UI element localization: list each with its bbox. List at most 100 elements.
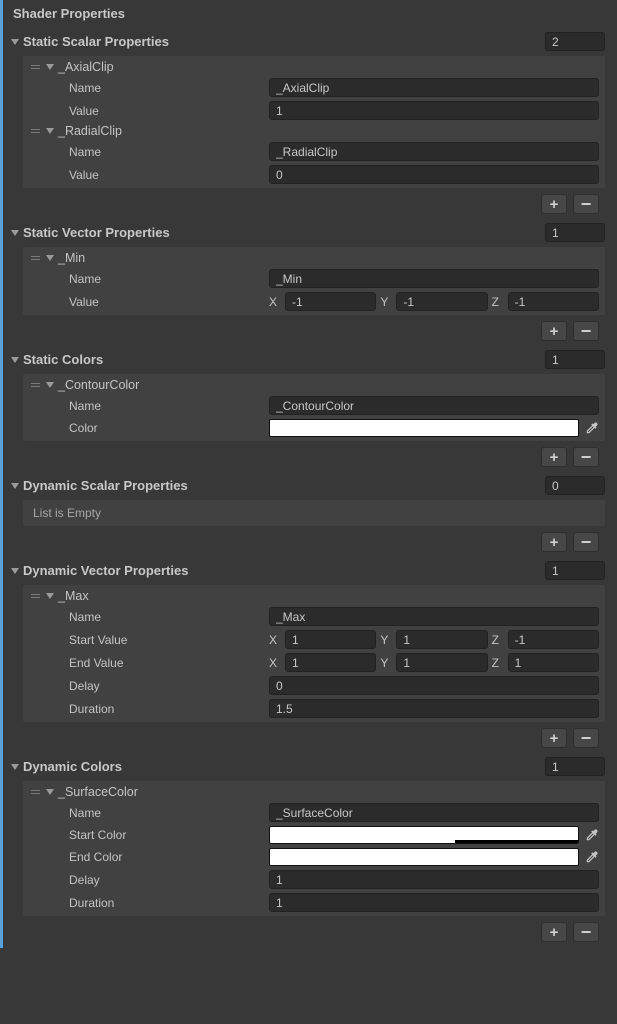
item-title: _Max <box>58 589 89 603</box>
add-button[interactable]: + <box>541 728 567 748</box>
foldout-icon <box>46 128 54 134</box>
end-color-swatch[interactable] <box>269 848 579 866</box>
panel-title: Shader Properties <box>3 4 609 25</box>
add-button[interactable]: + <box>541 194 567 214</box>
property-row: End Value X Y Z <box>25 651 603 674</box>
drag-handle-icon[interactable] <box>31 383 40 387</box>
end-y-input[interactable] <box>396 653 487 672</box>
duration-input[interactable] <box>269 699 599 718</box>
property-row: Start Color <box>25 824 603 846</box>
start-x-input[interactable] <box>285 630 376 649</box>
section-static-scalar-header[interactable]: Static Scalar Properties <box>3 29 609 54</box>
vector3-field: X Y Z <box>269 653 599 672</box>
list-item-header[interactable]: _ContourColor <box>25 376 603 394</box>
value-input[interactable] <box>269 101 599 120</box>
value-input[interactable] <box>269 165 599 184</box>
dynamic-colors-count-input[interactable] <box>545 757 605 776</box>
list-item-header[interactable]: _SurfaceColor <box>25 783 603 801</box>
section-label: Static Scalar Properties <box>23 34 169 49</box>
section-dynamic-vector-header[interactable]: Dynamic Vector Properties <box>3 558 609 583</box>
color-swatch[interactable] <box>269 419 579 437</box>
name-input[interactable] <box>269 803 599 822</box>
axis-label-y: Y <box>380 656 392 670</box>
remove-button[interactable]: − <box>573 447 599 467</box>
end-z-input[interactable] <box>508 653 599 672</box>
property-row: Delay <box>25 868 603 891</box>
static-vector-count-input[interactable] <box>545 223 605 242</box>
list-footer: + − <box>3 317 605 343</box>
add-button[interactable]: + <box>541 447 567 467</box>
property-row: End Color <box>25 846 603 868</box>
end-x-input[interactable] <box>285 653 376 672</box>
property-row: Value X Y Z <box>25 290 603 313</box>
axis-label-x: X <box>269 633 281 647</box>
remove-button[interactable]: − <box>573 922 599 942</box>
static-vector-group: _Min Name Value X Y Z <box>23 247 605 315</box>
remove-button[interactable]: − <box>573 728 599 748</box>
name-input[interactable] <box>269 607 599 626</box>
drag-handle-icon[interactable] <box>31 790 40 794</box>
drag-handle-icon[interactable] <box>31 594 40 598</box>
section-label: Static Vector Properties <box>23 225 170 240</box>
shader-properties-panel: Shader Properties Static Scalar Properti… <box>0 0 617 948</box>
foldout-icon <box>11 483 19 489</box>
remove-button[interactable]: − <box>573 532 599 552</box>
property-row: Value <box>25 163 603 186</box>
item-title: _Min <box>58 251 85 265</box>
field-label: Value <box>69 104 269 118</box>
section-label: Dynamic Vector Properties <box>23 563 188 578</box>
add-button[interactable]: + <box>541 922 567 942</box>
add-button[interactable]: + <box>541 532 567 552</box>
axis-label-z: Z <box>492 656 504 670</box>
drag-handle-icon[interactable] <box>31 129 40 133</box>
field-label: Start Color <box>69 828 269 842</box>
remove-button[interactable]: − <box>573 194 599 214</box>
eyedropper-icon[interactable] <box>585 850 599 864</box>
section-dynamic-colors-header[interactable]: Dynamic Colors <box>3 754 609 779</box>
static-colors-count-input[interactable] <box>545 350 605 369</box>
property-row: Start Value X Y Z <box>25 628 603 651</box>
field-label: Start Value <box>69 633 269 647</box>
dynamic-vector-group: _Max Name Start Value X Y Z End Value <box>23 585 605 722</box>
add-button[interactable]: + <box>541 321 567 341</box>
name-input[interactable] <box>269 396 599 415</box>
section-label: Dynamic Scalar Properties <box>23 478 188 493</box>
foldout-icon <box>11 357 19 363</box>
list-item-header[interactable]: _AxialClip <box>25 58 603 76</box>
y-input[interactable] <box>396 292 487 311</box>
dynamic-vector-count-input[interactable] <box>545 561 605 580</box>
list-item-header[interactable]: _Max <box>25 587 603 605</box>
remove-button[interactable]: − <box>573 321 599 341</box>
name-input[interactable] <box>269 142 599 161</box>
eyedropper-icon[interactable] <box>585 421 599 435</box>
start-color-swatch[interactable] <box>269 826 579 844</box>
drag-handle-icon[interactable] <box>31 256 40 260</box>
field-label: Delay <box>69 679 269 693</box>
start-z-input[interactable] <box>508 630 599 649</box>
drag-handle-icon[interactable] <box>31 65 40 69</box>
delay-input[interactable] <box>269 870 599 889</box>
duration-input[interactable] <box>269 893 599 912</box>
delay-input[interactable] <box>269 676 599 695</box>
z-input[interactable] <box>508 292 599 311</box>
name-input[interactable] <box>269 269 599 288</box>
list-item-header[interactable]: _RadialClip <box>25 122 603 140</box>
section-dynamic-scalar-header[interactable]: Dynamic Scalar Properties <box>3 473 609 498</box>
list-footer: + − <box>3 190 605 216</box>
section-static-colors-header[interactable]: Static Colors <box>3 347 609 372</box>
dynamic-scalar-count-input[interactable] <box>545 476 605 495</box>
static-scalar-group: _AxialClip Name Value _RadialClip Name V… <box>23 56 605 188</box>
list-item-header[interactable]: _Min <box>25 249 603 267</box>
eyedropper-icon[interactable] <box>585 828 599 842</box>
field-label: Duration <box>69 702 269 716</box>
field-label: Value <box>69 295 269 309</box>
start-y-input[interactable] <box>396 630 487 649</box>
field-label: Name <box>69 145 269 159</box>
name-input[interactable] <box>269 78 599 97</box>
static-scalar-count-input[interactable] <box>545 32 605 51</box>
x-input[interactable] <box>285 292 376 311</box>
minus-icon: − <box>581 729 592 747</box>
section-static-vector-header[interactable]: Static Vector Properties <box>3 220 609 245</box>
dynamic-colors-group: _SurfaceColor Name Start Color End Color <box>23 781 605 916</box>
field-label: Delay <box>69 873 269 887</box>
